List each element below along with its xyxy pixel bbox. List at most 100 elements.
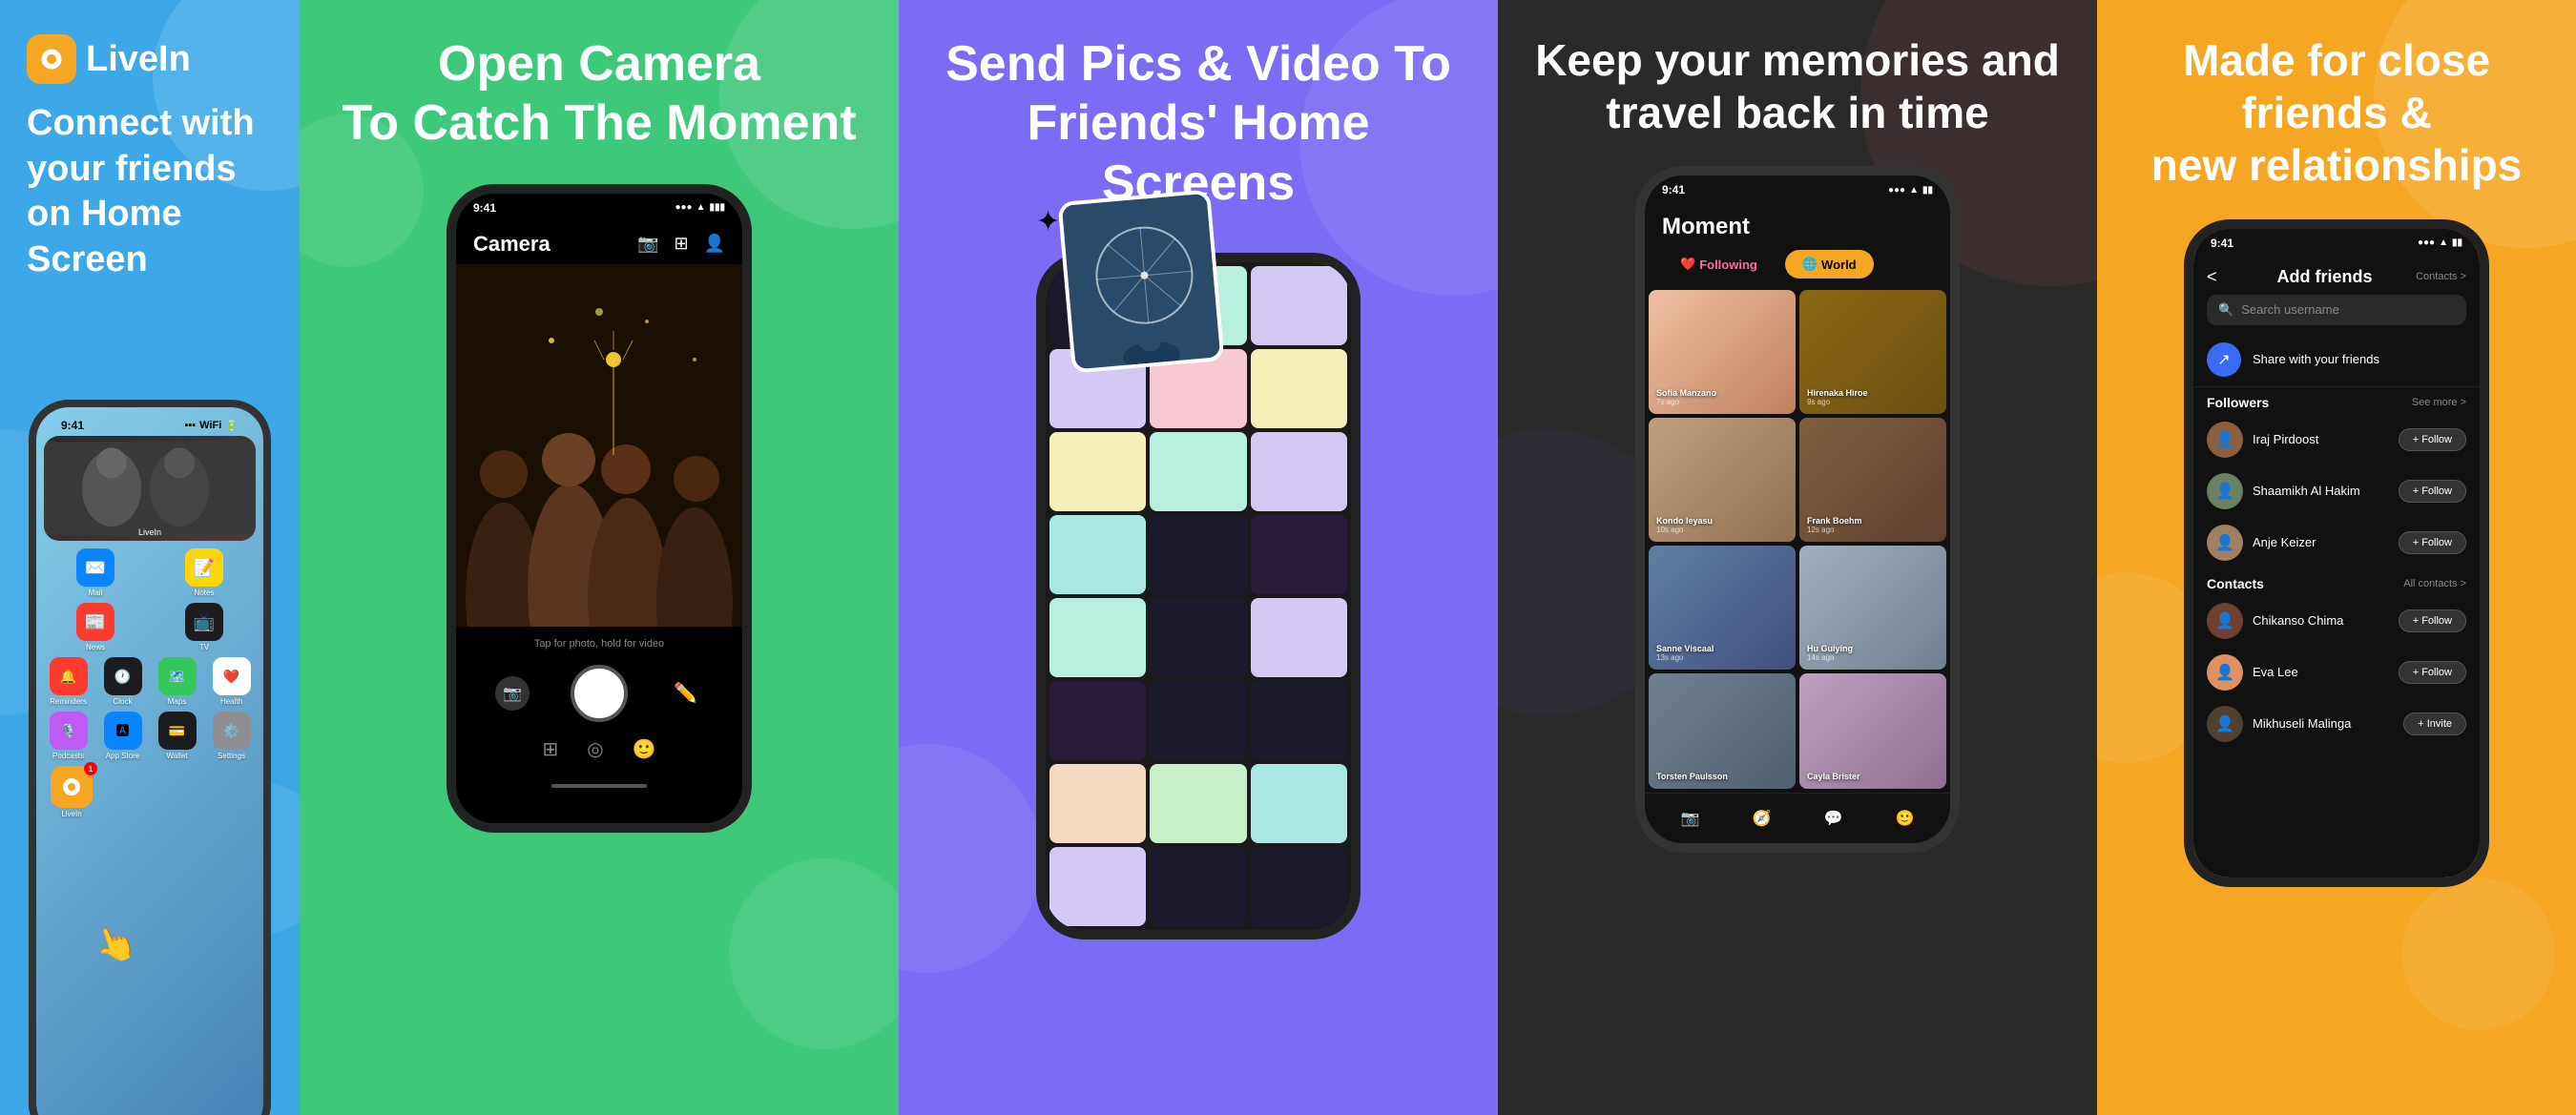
health-icon-item[interactable]: ❤️ Health [210,657,254,706]
gallery-icon[interactable]: ⊞ [542,737,558,761]
appstore-label: App Store [106,752,140,760]
status-time-1: 9:41 [61,419,84,432]
reminders-label: Reminders [50,697,87,706]
camera-extra-controls: ⊞ ◎ 🙂 [542,737,655,761]
iraj-name: Iraj Pirdoost [2253,432,2389,446]
reminders-icon-item[interactable]: 🔔 Reminders [47,657,91,706]
eva-follow-btn[interactable]: + Follow [2399,661,2466,684]
moment-photo-grid: Sofia Manzano 7s ago Hirenaka Hiroe 9s a… [1645,286,1950,793]
livein-icon-item[interactable]: 1 LiveIn [50,766,93,818]
camera-grid-icon[interactable]: ⊞ [674,234,688,254]
grid-cell-17 [1150,681,1246,760]
all-contacts-btn[interactable]: All contacts > [2403,578,2466,589]
add-friends-screen: 9:41 ●●● ▲ ▮▮ < Add friends Contacts > 🔍… [2193,229,2480,878]
app-name: LiveIn [86,39,191,80]
podcasts-label: Podcasts [52,752,84,760]
af-status-time: 9:41 [2211,237,2233,250]
edit-button[interactable]: ✏️ [669,676,703,711]
wallet-icon-item[interactable]: 💳 Wallet [156,712,199,760]
tab-following[interactable]: ❤️ Following [1662,250,1776,279]
moment-cell-hirenaka[interactable]: Hirenaka Hiroe 9s ago [1799,290,1946,414]
grid-cell-18 [1251,681,1347,760]
moment-cell-kondo[interactable]: Kondo Ieyasu 10s ago [1649,418,1796,542]
camera-person-icon[interactable]: 👤 [704,234,725,254]
moment-camera-btn[interactable]: 📷 [1675,803,1706,834]
moment-compass-btn[interactable]: 🧭 [1747,803,1777,834]
hirenaka-photo: Hirenaka Hiroe 9s ago [1799,290,1946,414]
appstore-icon-item[interactable]: 🅰 App Store [101,712,145,760]
contact-row-eva: 👤 Eva Lee + Follow [2193,647,2480,698]
followers-section-title: Followers [2207,395,2269,410]
timer-icon[interactable]: ◎ [587,737,603,761]
chikanso-follow-btn[interactable]: + Follow [2399,609,2466,632]
clock-icon-item[interactable]: 🕐 Clock [101,657,145,706]
settings-icon-item[interactable]: ⚙️ Settings [210,712,254,760]
moment-cell-sofia[interactable]: Sofia Manzano 7s ago [1649,290,1796,414]
moment-status-bar: 9:41 ●●● ▲ ▮▮ [1645,176,1950,200]
moment-chat-btn[interactable]: 💬 [1818,803,1849,834]
grid-cell-3 [1251,266,1347,345]
maps-icon-item[interactable]: 🗺️ Maps [156,657,199,706]
shaamikh-follow-btn[interactable]: + Follow [2399,480,2466,503]
p4-headline-line1: Keep your memories and [1535,35,2060,85]
status-icons-1: ▪▪▪ WiFi 🔋 [184,420,239,432]
search-icon: 🔍 [2218,302,2233,318]
moment-header: Moment ❤️ Following 🌐 World [1645,200,1950,286]
reminders-app-icon: 🔔 [50,657,88,695]
p3-headline-line1: Send Pics & Video To [945,36,1451,92]
af-back-button[interactable]: < [2207,267,2233,287]
ios-home-screen: 9:41 ▪▪▪ WiFi 🔋 [36,407,263,1115]
notes-icon-item[interactable]: 📝 Notes [182,548,226,597]
camera-photo-icon[interactable]: 📷 [637,234,658,254]
tv-app-icon: 📺 [185,603,223,641]
moment-cell-hu[interactable]: Hu Guiying 14s ago [1799,546,1946,670]
headline-text: Connect with your friends on Home Screen [27,103,255,279]
grid-cell-13 [1049,598,1146,677]
news-icon-item[interactable]: 📰 News [73,603,117,651]
livein-widget[interactable]: LiveIn [44,436,256,541]
app-logo-icon [27,34,76,84]
moment-battery: ▮▮ [1922,185,1933,196]
camera-status-icons: ●●● ▲ ▮▮▮ [675,202,725,213]
icon-row-1: ✉️ Mail 📝 Notes [44,548,256,597]
anje-follow-btn[interactable]: + Follow [2399,531,2466,554]
grid-cell-19 [1049,764,1146,843]
camera-status-time: 9:41 [473,201,496,215]
moment-smile-btn[interactable]: 🙂 [1890,803,1921,834]
camera-btn-1[interactable]: 📷 [495,676,530,711]
shutter-button[interactable] [571,665,628,722]
smiley-icon[interactable]: 🙂 [633,737,656,761]
moment-cell-cayla[interactable]: Cayla Brister [1799,673,1946,789]
af-search-bar[interactable]: 🔍 Search username [2207,295,2466,325]
kondo-photo: Kondo Ieyasu 10s ago [1649,418,1796,542]
icon-row-3: 🔔 Reminders 🕐 Clock 🗺️ Maps ❤️ Health [44,657,256,706]
camera-controls[interactable]: 📷 ✏️ [475,665,723,722]
tab-world[interactable]: 🌐 World [1785,250,1874,279]
moment-cell-sanne[interactable]: Sanne Viscaal 13s ago [1649,546,1796,670]
podcasts-icon-item[interactable]: 🎙️ Podcasts [47,712,91,760]
iraj-avatar: 👤 [2207,422,2243,458]
af-share-row[interactable]: ↗ Share with your friends [2193,333,2480,387]
maps-app-icon: 🗺️ [158,657,197,695]
eva-name: Eva Lee [2253,665,2389,679]
kondo-name: Kondo Ieyasu [1656,516,1713,526]
mikhuseli-invite-btn[interactable]: + Invite [2403,712,2466,735]
sofia-name: Sofia Manzano [1656,388,1716,398]
panel5-headline: Made for close friends & new relationshi… [2124,34,2549,193]
home-indicator-2 [551,784,647,788]
phone-mockup-1: 9:41 ▪▪▪ WiFi 🔋 [29,400,271,1115]
sanne-time: 13s ago [1656,653,1714,662]
moment-cell-frank[interactable]: Frank Boehm 12s ago [1799,418,1946,542]
see-more-btn[interactable]: See more > [2412,397,2466,408]
af-signal: ●●● [2418,237,2435,248]
mail-icon-item[interactable]: ✉️ Mail [73,548,117,597]
camera-bottom: Tap for photo, hold for video 📷 ✏️ ⊞ ◎ 🙂 [456,627,742,799]
af-nav: < Add friends Contacts > [2207,267,2466,287]
af-contacts-btn[interactable]: Contacts > [2416,271,2466,282]
cayla-photo: Cayla Brister [1799,673,1946,789]
hu-name: Hu Guiying [1807,644,1853,653]
tv-icon-item[interactable]: 📺 TV [182,603,226,651]
af-followers-section-header: Followers See more > [2193,387,2480,414]
moment-cell-torsten[interactable]: Torsten Paulsson [1649,673,1796,789]
iraj-follow-btn[interactable]: + Follow [2399,428,2466,451]
